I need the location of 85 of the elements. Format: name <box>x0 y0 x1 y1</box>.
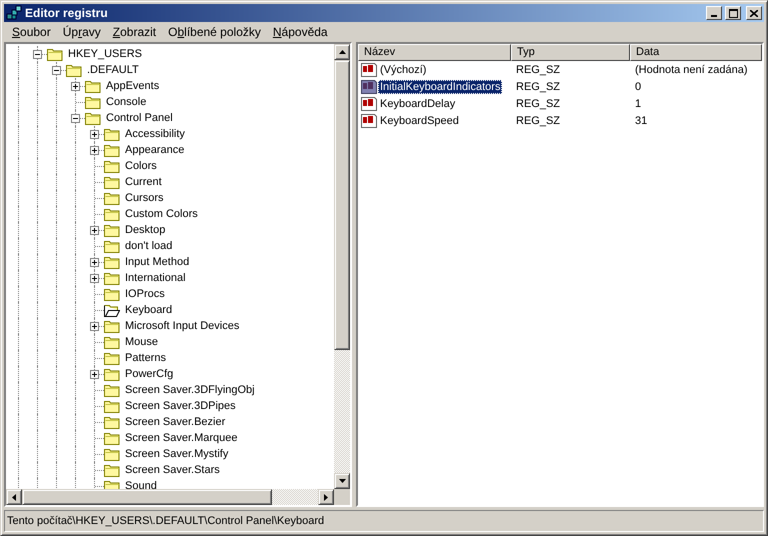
tree-item[interactable]: Microsoft Input Devices <box>123 319 242 333</box>
tree-item[interactable]: IOProcs <box>123 287 167 301</box>
tree-item[interactable]: PowerCfg <box>123 367 176 381</box>
value-name[interactable]: KeyboardSpeed <box>378 114 461 128</box>
scroll-up-button[interactable] <box>334 44 350 60</box>
string-value-icon <box>361 114 377 128</box>
tree-item[interactable]: Screen Saver.3DPipes <box>123 399 238 413</box>
tree-item[interactable]: Accessibility <box>123 127 187 141</box>
tree-item[interactable]: .DEFAULT <box>85 63 141 77</box>
tree-item[interactable]: Custom Colors <box>123 207 200 221</box>
menu-item[interactable]: Zobrazit <box>106 22 162 40</box>
tree-item[interactable]: Cursors <box>123 191 166 205</box>
tree-item[interactable]: AppEvents <box>104 79 162 93</box>
tree-item[interactable]: Screen Saver.Mystify <box>123 447 230 461</box>
value-name[interactable]: KeyboardDelay <box>378 97 458 111</box>
close-icon <box>750 10 758 16</box>
string-value-icon <box>361 97 377 111</box>
status-bar: Tento počítač\HKEY_USERS\.DEFAULT\Control Panel\Keyboard <box>4 510 764 532</box>
value-name[interactable]: InitialKeyboardIndicators <box>378 80 502 94</box>
value-name[interactable]: (Výchozí) <box>378 63 428 77</box>
scroll-right-button[interactable] <box>318 489 334 505</box>
tree-item[interactable]: HKEY_USERS <box>66 47 144 61</box>
close-button[interactable] <box>746 6 762 20</box>
table-cell-text: REG_SZ <box>515 115 562 127</box>
table-cell-text: 31 <box>634 115 648 127</box>
tree-item[interactable]: Colors <box>123 159 159 173</box>
tree-item[interactable]: Screen Saver.Bezier <box>123 415 228 429</box>
column-header[interactable]: Data <box>630 44 762 61</box>
tree-item[interactable]: Patterns <box>123 351 168 365</box>
left-arrow-icon <box>12 494 16 500</box>
collapse-icon[interactable] <box>52 66 61 75</box>
cubes-icon <box>6 5 22 21</box>
string-value-icon <box>361 80 377 94</box>
scrollbar-thumb[interactable] <box>22 489 272 505</box>
expand-icon[interactable] <box>90 274 99 283</box>
vertical-scrollbar[interactable] <box>334 44 350 489</box>
minimize-icon <box>711 14 717 16</box>
expand-icon[interactable] <box>90 146 99 155</box>
scroll-left-button[interactable] <box>6 489 22 505</box>
scrollbar-corner <box>334 489 350 505</box>
expand-icon[interactable] <box>90 370 99 379</box>
expand-icon[interactable] <box>71 82 80 91</box>
right-arrow-icon <box>324 494 328 500</box>
column-header[interactable]: Název <box>358 44 511 61</box>
string-value-icon <box>361 63 377 77</box>
menu-item[interactable]: Úpravy <box>56 22 107 40</box>
table-cell-text: 1 <box>634 98 642 110</box>
table-cell-text: REG_SZ <box>515 98 562 110</box>
tree-item[interactable]: Mouse <box>123 335 160 349</box>
column-header[interactable]: Typ <box>511 44 630 61</box>
table-cell-text: 0 <box>634 81 642 93</box>
horizontal-scrollbar[interactable] <box>6 489 334 505</box>
expand-icon[interactable] <box>90 258 99 267</box>
menu-item[interactable]: Soubor <box>6 22 57 40</box>
tree-item[interactable]: Screen Saver.3DFlyingObj <box>123 383 257 397</box>
menu-item[interactable]: Nápověda <box>266 22 334 40</box>
tree-item[interactable]: Screen Saver.Stars <box>123 463 222 477</box>
tree-item[interactable]: Control Panel <box>104 111 175 125</box>
tree-item[interactable]: Console <box>104 95 148 109</box>
expand-icon[interactable] <box>90 322 99 331</box>
table-cell-text: REG_SZ <box>515 81 562 93</box>
minimize-button[interactable] <box>706 6 722 20</box>
up-arrow-icon <box>338 50 346 54</box>
tree-item[interactable]: Current <box>123 175 164 189</box>
tree-item[interactable]: Sound <box>123 479 159 489</box>
maximize-icon <box>728 8 738 18</box>
table-cell-text: (Hodnota není zadána) <box>634 64 749 76</box>
down-arrow-icon <box>338 479 346 483</box>
table-cell-text: REG_SZ <box>515 64 562 76</box>
tree-item[interactable]: don't load <box>123 239 174 253</box>
tree-item[interactable]: Keyboard <box>123 303 174 317</box>
tree-item[interactable]: Appearance <box>123 143 186 157</box>
collapse-icon[interactable] <box>71 114 80 123</box>
scroll-down-button[interactable] <box>334 473 350 489</box>
tree-item[interactable]: International <box>123 271 188 285</box>
maximize-button[interactable] <box>725 6 741 20</box>
tree-item[interactable]: Input Method <box>123 255 192 269</box>
menu-item[interactable]: Oblíbené položky <box>162 22 267 40</box>
scrollbar-thumb[interactable] <box>334 60 350 350</box>
collapse-icon[interactable] <box>33 50 42 59</box>
tree-item[interactable]: Desktop <box>123 223 168 237</box>
expand-icon[interactable] <box>90 226 99 235</box>
tree-item[interactable]: Screen Saver.Marquee <box>123 431 240 445</box>
window-title: Editor registru <box>25 6 109 20</box>
expand-icon[interactable] <box>90 130 99 139</box>
